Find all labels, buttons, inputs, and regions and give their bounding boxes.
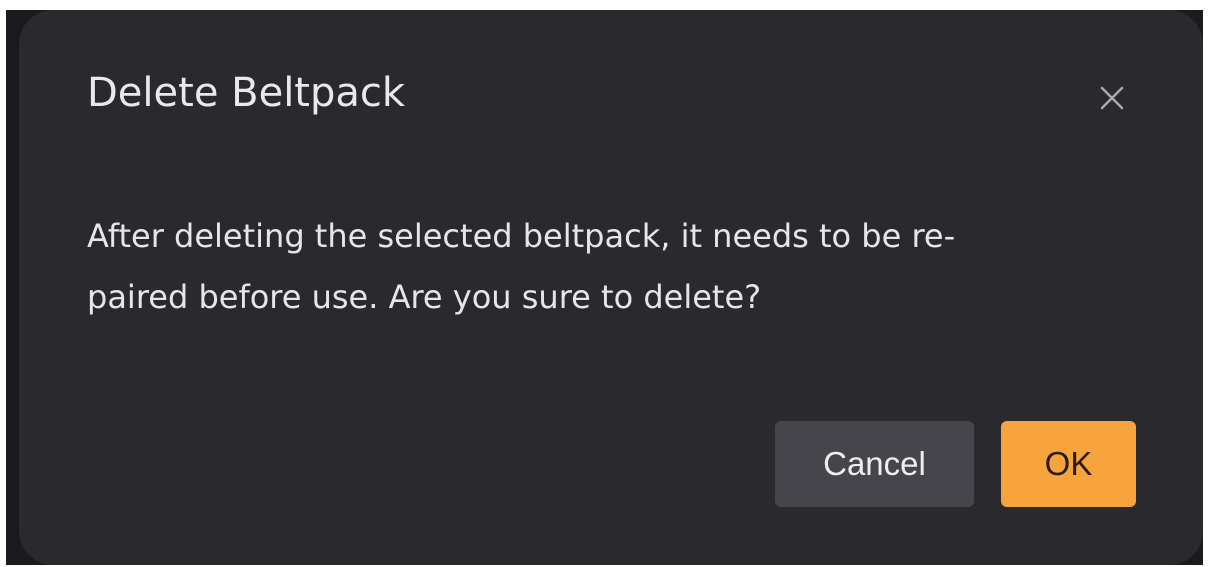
dialog-title: Delete Beltpack (87, 70, 406, 116)
cancel-button[interactable]: Cancel (775, 421, 974, 507)
ok-button[interactable]: OK (1001, 421, 1136, 507)
dialog-message-line-1: After deleting the selected beltpack, it… (87, 217, 956, 255)
close-button[interactable] (1094, 80, 1130, 116)
dialog-message-line-2: paired before use. Are you sure to delet… (87, 278, 762, 316)
dialog-message: After deleting the selected beltpack, it… (87, 206, 1087, 328)
close-icon (1100, 86, 1124, 110)
delete-beltpack-dialog: Delete Beltpack After deleting the selec… (19, 10, 1203, 565)
